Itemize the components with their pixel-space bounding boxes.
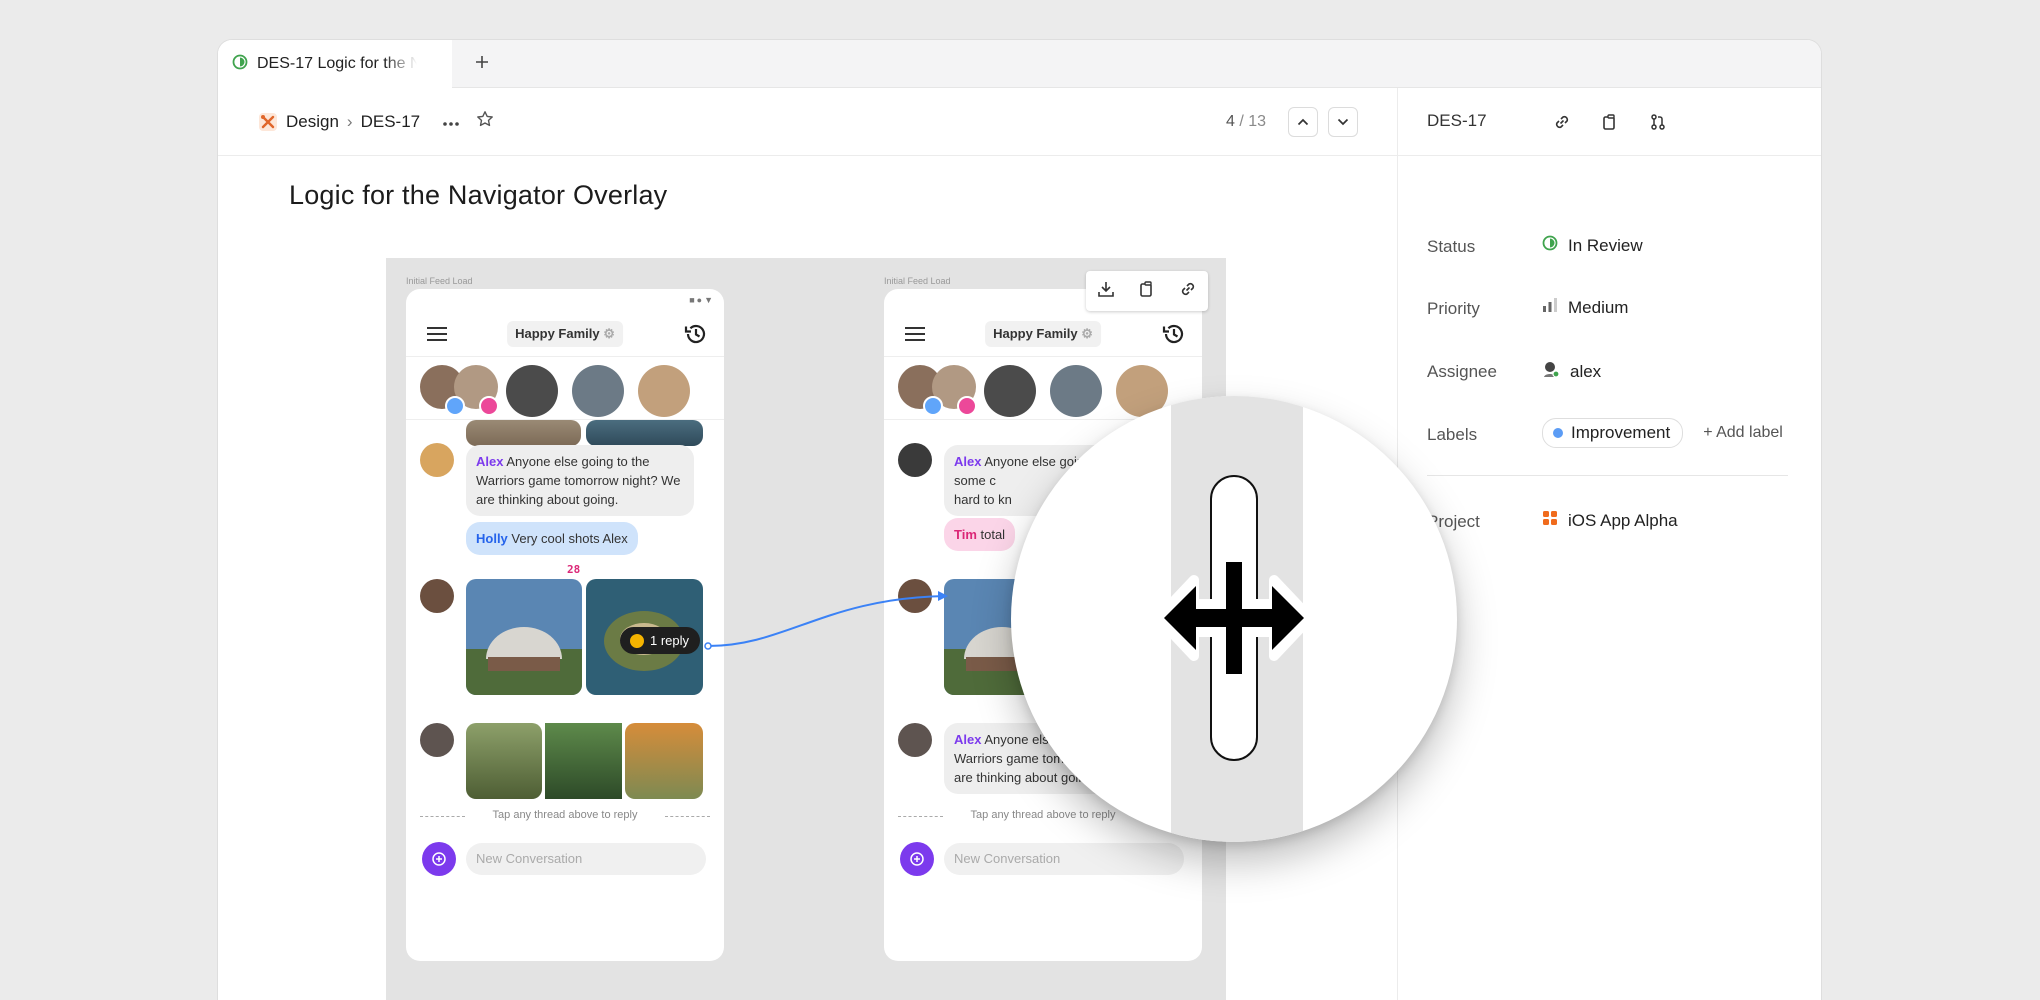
- breadcrumb-team[interactable]: Design: [286, 112, 339, 132]
- status-value[interactable]: In Review: [1542, 235, 1643, 256]
- issue-toolbar: Design › DES-17 4 / 13: [218, 88, 1397, 156]
- cursor-magnifier: [1011, 396, 1457, 842]
- new-tab-button[interactable]: [468, 50, 496, 78]
- previous-issue-button[interactable]: [1288, 107, 1319, 137]
- link-icon[interactable]: [1548, 108, 1576, 136]
- plus-icon: [474, 54, 490, 75]
- assignee-avatar: [1542, 360, 1560, 383]
- app-window: DES-17 Logic for the Navigator Overlay D…: [218, 40, 1821, 1000]
- pager-separator: /: [1239, 113, 1244, 130]
- copy-icon[interactable]: [1138, 280, 1156, 303]
- in-review-status-icon: [1542, 235, 1558, 256]
- priority-value[interactable]: Medium: [1542, 297, 1628, 318]
- more-options-icon[interactable]: [442, 112, 460, 132]
- project-value[interactable]: iOS App Alpha: [1542, 510, 1678, 531]
- breadcrumb-separator: ›: [346, 111, 353, 131]
- design-team-icon: [258, 112, 278, 132]
- pager-count: 4 / 13: [1226, 113, 1266, 131]
- breadcrumb-issue[interactable]: DES-17: [361, 112, 421, 132]
- pager-current: 4: [1226, 113, 1235, 130]
- assignee-value[interactable]: alex: [1542, 360, 1601, 383]
- tab-issue[interactable]: DES-17 Logic for the Navigator Overlay: [218, 40, 452, 88]
- next-issue-button[interactable]: [1328, 107, 1359, 137]
- label-chip-improvement[interactable]: Improvement: [1542, 418, 1684, 448]
- priority-text: Medium: [1568, 297, 1629, 317]
- add-label-button[interactable]: + Add label: [1703, 424, 1783, 442]
- tab-title: DES-17 Logic for the Navigator Overlay: [257, 55, 417, 72]
- project-grid-icon: [1542, 510, 1558, 531]
- issue-id: DES-17: [1427, 111, 1487, 130]
- priority-bars-icon: [1542, 297, 1558, 318]
- issue-title: Logic for the Navigator Overlay: [289, 180, 668, 210]
- status-label: Status: [1427, 237, 1476, 256]
- label-color-dot: [1553, 428, 1563, 438]
- resize-cursor-icon: [1153, 396, 1315, 842]
- project-name: iOS App Alpha: [1568, 510, 1678, 530]
- copy-icon[interactable]: [1596, 108, 1624, 136]
- branch-icon[interactable]: [1644, 108, 1672, 136]
- status-text: In Review: [1568, 235, 1643, 255]
- priority-label: Priority: [1427, 299, 1480, 318]
- divider: [1427, 475, 1788, 476]
- labels-label: Labels: [1427, 425, 1478, 444]
- labels-value: Improvement + Add label: [1542, 418, 1783, 448]
- issue-properties-sidebar: DES-17 Status In Review Priority Medium …: [1397, 88, 1821, 1000]
- sidebar-actions: [1548, 108, 1672, 136]
- export-toolbar: [1086, 271, 1208, 311]
- link-icon[interactable]: [1179, 280, 1197, 303]
- favorite-star-icon[interactable]: [476, 110, 494, 133]
- download-icon[interactable]: [1097, 280, 1115, 303]
- tab-bar: DES-17 Logic for the Navigator Overlay: [218, 40, 1821, 88]
- pager-total: 13: [1248, 113, 1267, 130]
- assignee-label: Assignee: [1427, 362, 1497, 381]
- chevron-up-icon: [1297, 113, 1309, 131]
- in-review-status-icon: [232, 54, 248, 75]
- breadcrumb: Design › DES-17: [258, 88, 494, 155]
- label-text: Improvement: [1571, 423, 1671, 442]
- sidebar-header: DES-17: [1398, 88, 1821, 156]
- chevron-down-icon: [1337, 113, 1349, 131]
- assignee-name: alex: [1570, 361, 1602, 381]
- issue-pager: 4 / 13: [1226, 107, 1359, 137]
